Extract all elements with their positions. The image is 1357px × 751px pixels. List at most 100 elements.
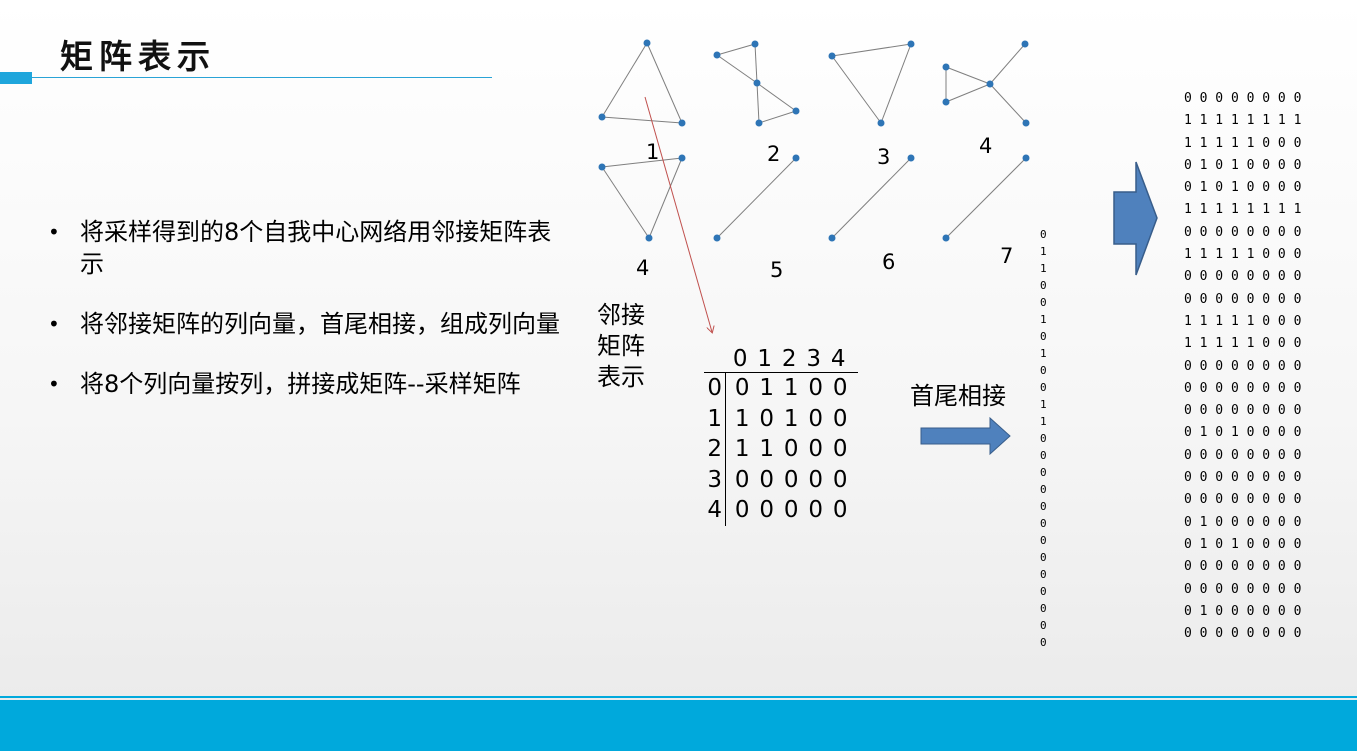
matrix-cell: 0: [734, 497, 750, 523]
matrix-row: 211000: [704, 434, 858, 465]
matrix-cell: 0: [734, 466, 750, 493]
adjacency-matrix: 0 1 2 3 4 001100110100211000300000400000: [704, 346, 858, 526]
sample-matrix-row: 0 0 0 0 0 0 0 0: [1184, 269, 1302, 285]
matrix-header: 0 1 2 3 4: [704, 346, 858, 373]
vector-entry: 0: [1040, 381, 1047, 394]
matrix-cell: 1: [759, 436, 775, 462]
sample-matrix-row: 0 0 0 0 0 0 0 0: [1184, 91, 1302, 106]
graph-label: 5: [770, 258, 784, 282]
adjacency-label: 邻接矩阵表示: [597, 301, 645, 391]
matrix-col-header: 1: [757, 346, 773, 372]
vector-entry: 0: [1040, 602, 1047, 615]
vector-entry: 0: [1040, 551, 1047, 564]
graph-label: 1: [646, 140, 660, 164]
matrix-row: 400000: [704, 495, 858, 526]
sample-matrix-row: 0 1 0 1 0 0 0 0: [1184, 157, 1302, 173]
matrix-cell: 1: [783, 405, 799, 432]
sample-matrix-row: 0 0 0 0 0 0 0 0: [1184, 470, 1302, 486]
matrix-cell: 0: [783, 466, 799, 493]
vector-entry: 0: [1040, 330, 1047, 343]
sample-matrix-row: 0 0 0 0 0 0 0 0: [1184, 492, 1302, 508]
vector-entry: 0: [1040, 466, 1047, 479]
matrix-cell: 0: [808, 405, 824, 432]
sample-matrix-row: 0 0 0 0 0 0 0 0: [1184, 403, 1302, 419]
matrix-cell: 0: [832, 466, 848, 493]
matrix-col-header: 3: [806, 346, 822, 372]
graph-nodes: [598, 39, 1030, 242]
matrix-row-index: 0: [704, 373, 726, 404]
sample-matrix-row: 1 1 1 1 1 0 0 0: [1184, 313, 1302, 329]
matrix-cell: 1: [783, 375, 799, 401]
right-arrow-icon: [920, 416, 1011, 456]
vector-entry: 0: [1040, 296, 1047, 309]
matrix-cell: 0: [759, 497, 775, 523]
matrix-row: 300000: [704, 464, 858, 495]
matrix-cell: 0: [783, 436, 799, 462]
vector-entry: 1: [1040, 245, 1047, 258]
big-right-arrow-icon: [1113, 161, 1158, 276]
concat-label: 首尾相接: [910, 382, 1006, 410]
vector-entry: 0: [1040, 500, 1047, 513]
matrix-cell: 0: [832, 375, 848, 401]
column-vector: 0 1 1 0 0 1 0 1 0 0 1 1 0 0 0 0 0 0 0 0 0 0 0 0 0: [1040, 226, 1047, 651]
matrix-cell: 0: [808, 375, 824, 401]
matrix-row-index: 3: [704, 464, 726, 495]
graph-label: 7: [1000, 244, 1014, 268]
vector-entry: 0: [1040, 619, 1047, 632]
matrix-cell: 0: [832, 405, 848, 432]
graph-label: 4: [636, 256, 650, 280]
matrix-row-index: 4: [704, 495, 726, 526]
vector-entry: 0: [1040, 449, 1047, 462]
graph-edges: [601, 42, 1027, 239]
matrix-cell: 0: [783, 497, 799, 523]
vector-entry: 1: [1040, 415, 1047, 428]
graph-label: 2: [767, 142, 781, 166]
vector-entry: 0: [1040, 534, 1047, 547]
matrix-cell: 1: [734, 405, 750, 432]
matrix-cell: 0: [808, 466, 824, 493]
sample-matrix-row: 0 1 0 0 0 0 0 0: [1184, 603, 1302, 619]
graph-label: 3: [877, 145, 891, 169]
matrix-col-header: 2: [781, 346, 797, 372]
matrix-row-index: 2: [704, 434, 726, 465]
matrix-cell: 0: [734, 375, 750, 401]
sample-matrix-row: 0 1 0 1 0 0 0 0: [1184, 536, 1302, 552]
sample-matrix-row: 1 1 1 1 1 0 0 0: [1184, 247, 1302, 263]
matrix-col-header: 0: [732, 346, 748, 372]
matrix-body: 001100110100211000300000400000: [704, 373, 858, 526]
vector-entry: 0: [1040, 636, 1047, 649]
sample-matrix-row: 0 0 0 0 0 0 0 0: [1184, 559, 1302, 575]
matrix-row-index: 1: [704, 403, 726, 434]
vector-entry: 0: [1040, 228, 1047, 241]
vector-entry: 0: [1040, 585, 1047, 598]
sample-matrix-row: 0 0 0 0 0 0 0 0: [1184, 291, 1302, 307]
vector-entry: 0: [1040, 483, 1047, 496]
vector-entry: 0: [1040, 279, 1047, 292]
matrix-cell: 0: [759, 466, 775, 493]
footer-line: [0, 696, 1357, 698]
matrix-cell: 1: [759, 375, 775, 401]
footer-bar: [0, 700, 1357, 751]
vector-entry: 1: [1040, 398, 1047, 411]
matrix-cell: 1: [734, 436, 750, 462]
sample-matrix-row: 0 0 0 0 0 0 0 0: [1184, 358, 1302, 374]
matrix-cell: 0: [808, 436, 824, 462]
vector-entry: 1: [1040, 262, 1047, 275]
ego-network-graphs: [598, 39, 1030, 751]
sample-matrix-row: 1 1 1 1 1 1 1 1: [1184, 113, 1302, 129]
vector-entry: 0: [1040, 517, 1047, 530]
sample-matrix-row: 0 1 0 1 0 0 0 0: [1184, 425, 1302, 441]
sample-matrix-row: 1 1 1 1 1 1 1 1: [1184, 202, 1302, 218]
matrix-cell: 0: [832, 497, 848, 523]
vector-entry: 0: [1040, 568, 1047, 581]
matrix-cell: 0: [832, 436, 848, 462]
matrix-cell: 0: [759, 405, 775, 432]
sample-matrix-row: 0 1 0 1 0 0 0 0: [1184, 180, 1302, 196]
sample-matrix-row: 0 0 0 0 0 0 0 0: [1184, 224, 1302, 240]
pointer-arrow: [644, 96, 712, 332]
matrix-row: 110100: [704, 403, 858, 434]
vector-entry: 1: [1040, 347, 1047, 360]
sample-matrix-row: 0 0 0 0 0 0 0 0: [1184, 380, 1302, 396]
sample-matrix-row: 0 0 0 0 0 0 0 0: [1184, 447, 1302, 463]
vector-entry: 0: [1040, 364, 1047, 377]
